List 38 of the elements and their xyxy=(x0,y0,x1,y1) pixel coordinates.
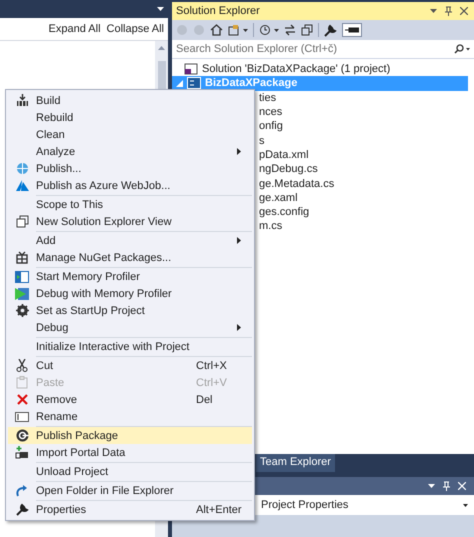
tree-item[interactable]: onfig xyxy=(259,120,283,132)
menu-item[interactable]: Rename xyxy=(8,408,252,425)
tree-item[interactable]: nces xyxy=(259,106,282,118)
tree-item[interactable]: s xyxy=(259,134,264,147)
menu-item[interactable]: Publish as Azure WebJob... xyxy=(8,177,252,194)
menu-item[interactable]: New Solution Explorer View xyxy=(8,213,252,230)
toolbar-link[interactable]: Expand All xyxy=(48,23,101,35)
menu-item[interactable]: Debug xyxy=(8,319,252,336)
menu-item[interactable]: Start Memory Profiler xyxy=(8,268,252,285)
tree-item[interactable]: Solution 'BizDataXPackage' (1 project) xyxy=(202,63,390,76)
menu-item[interactable]: Initialize Interactive with Project xyxy=(8,338,252,355)
menu-item[interactable]: Remove Del xyxy=(8,391,252,408)
menu-item[interactable]: Import Portal Data xyxy=(8,444,252,461)
tree-item[interactable]: ges.config xyxy=(259,206,310,218)
menu-item[interactable]: Analyze xyxy=(8,143,252,160)
menu-item[interactable]: Debug with Memory Profiler xyxy=(8,285,252,302)
tree-item[interactable]: ngDebug.cs xyxy=(259,163,318,176)
menu-item[interactable]: Cut Ctrl+X xyxy=(8,357,252,374)
search-field[interactable]: Search Solution Explorer (Ctrl+č) xyxy=(172,40,474,59)
tree-item[interactable]: ge.Metadata.cs xyxy=(259,178,334,190)
tree-item[interactable]: m.cs xyxy=(259,220,282,232)
menu-item[interactable]: Manage NuGet Packages... xyxy=(8,249,252,266)
toolbar-link[interactable]: Collapse All xyxy=(106,23,164,35)
menu-item[interactable]: Publish Package xyxy=(8,427,252,444)
search-input[interactable]: Search Solution Explorer (Ctrl+č) xyxy=(176,43,454,55)
menu-item[interactable]: Publish... xyxy=(8,160,252,177)
menu-item[interactable]: Build xyxy=(8,92,252,109)
panel-title: Solution Explorer xyxy=(176,5,260,17)
tree-item[interactable]: ge.xaml xyxy=(259,192,298,204)
tree-item[interactable]: ties xyxy=(259,92,276,104)
menu-item[interactable]: Add xyxy=(8,232,252,249)
menu-item[interactable]: Unload Project xyxy=(8,463,252,480)
menu-item[interactable]: Rebuild xyxy=(8,109,252,126)
tree-item[interactable]: pData.xml xyxy=(259,148,309,161)
menu-item[interactable]: Set as StartUp Project xyxy=(8,302,252,319)
menu-item[interactable]: Scope to This xyxy=(8,196,252,213)
menu-item[interactable]: Clean xyxy=(8,126,252,143)
panel-tab[interactable]: Team Explorer xyxy=(256,454,335,472)
